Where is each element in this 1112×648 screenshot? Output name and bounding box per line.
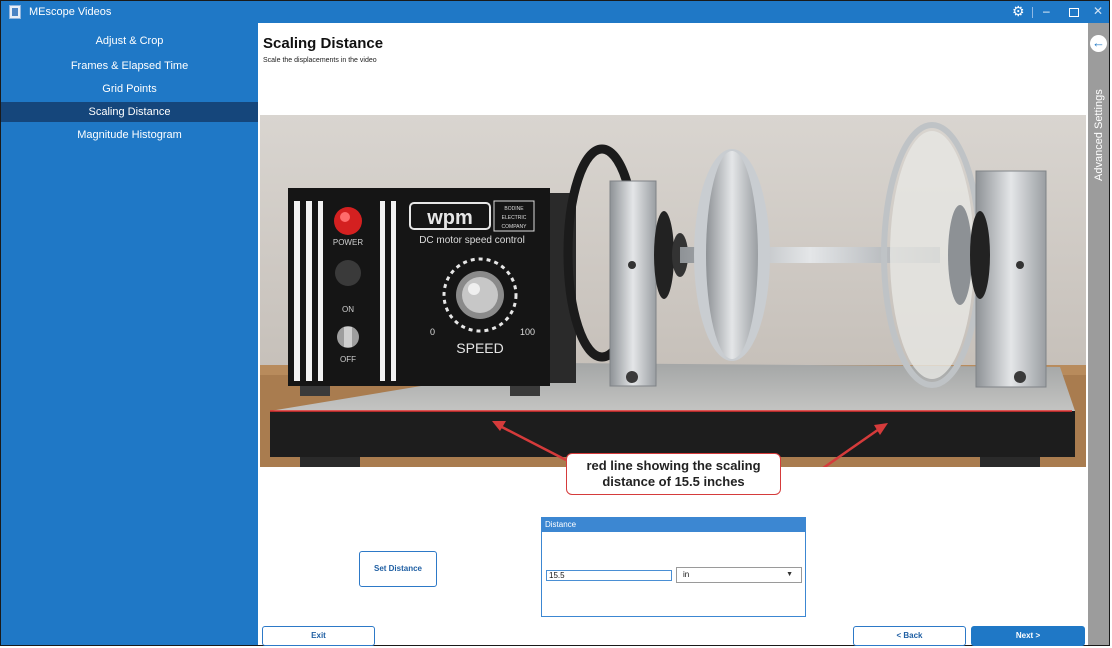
distance-unit-value: in [683, 570, 690, 579]
titlebar-divider [1032, 7, 1033, 18]
minimize-icon[interactable]: – [1043, 4, 1050, 18]
callout-line-1: red line showing the scaling [586, 458, 761, 473]
svg-text:DC motor speed control: DC motor speed control [419, 235, 525, 246]
title-bar: MEscope Videos ⚙ – ✕ [1, 1, 1109, 23]
back-button[interactable]: < Back [853, 626, 966, 646]
svg-text:BODINE: BODINE [504, 206, 524, 212]
exit-button[interactable]: Exit [262, 626, 375, 646]
main-content: Scaling Distance Scale the displacements… [258, 23, 1088, 646]
callout-note: red line showing the scaling distance of… [566, 453, 781, 495]
sidebar-item-magnitude-histogram[interactable]: Magnitude Histogram [1, 125, 258, 145]
next-button[interactable]: Next > [971, 626, 1085, 646]
svg-text:wpm: wpm [426, 207, 473, 229]
sidebar-item-grid-points[interactable]: Grid Points [1, 79, 258, 99]
svg-text:ON: ON [342, 305, 354, 314]
svg-text:OFF: OFF [340, 355, 356, 364]
chevron-down-icon: ▼ [786, 571, 793, 578]
arrow-left-icon[interactable]: ← [1090, 35, 1107, 52]
advanced-settings-label[interactable]: Advanced Settings [1089, 71, 1109, 181]
video-frame-image: POWER ON OFF wpm BODINE ELECTRIC COMPANY… [260, 115, 1086, 467]
video-frame[interactable]: POWER ON OFF wpm BODINE ELECTRIC COMPANY… [260, 115, 1086, 467]
sidebar: Adjust & Crop Frames & Elapsed Time Grid… [1, 23, 258, 645]
set-distance-button[interactable]: Set Distance [359, 551, 437, 587]
close-icon[interactable]: ✕ [1093, 4, 1103, 18]
motor-control-box: POWER ON OFF wpm BODINE ELECTRIC COMPANY… [288, 188, 576, 396]
gear-icon[interactable]: ⚙ [1012, 3, 1025, 20]
callout-line-2: distance of 15.5 inches [602, 474, 745, 489]
sidebar-item-scaling-distance[interactable]: Scaling Distance [1, 102, 258, 122]
svg-text:POWER: POWER [333, 238, 363, 247]
sidebar-item-adjust-crop[interactable]: Adjust & Crop [1, 31, 258, 51]
window-title: MEscope Videos [29, 6, 112, 18]
svg-text:COMPANY: COMPANY [502, 224, 528, 230]
sidebar-item-frames-elapsed-time[interactable]: Frames & Elapsed Time [1, 56, 258, 76]
svg-text:SPEED: SPEED [456, 340, 503, 356]
page-title: Scaling Distance [263, 35, 384, 52]
distance-value-input[interactable]: 15.5 [546, 570, 672, 581]
svg-text:100: 100 [520, 327, 535, 337]
app-logo-icon [9, 5, 21, 19]
page-subtitle: Scale the displacements in the video [263, 57, 377, 64]
advanced-settings-panel[interactable]: ← Advanced Settings [1088, 23, 1109, 645]
maximize-icon[interactable] [1069, 8, 1079, 17]
distance-unit-select[interactable]: in ▼ [676, 567, 802, 583]
svg-text:0: 0 [430, 327, 435, 337]
svg-text:ELECTRIC: ELECTRIC [502, 215, 527, 221]
distance-panel: Distance 15.5 in ▼ [541, 517, 806, 617]
distance-panel-header: Distance [542, 518, 805, 532]
